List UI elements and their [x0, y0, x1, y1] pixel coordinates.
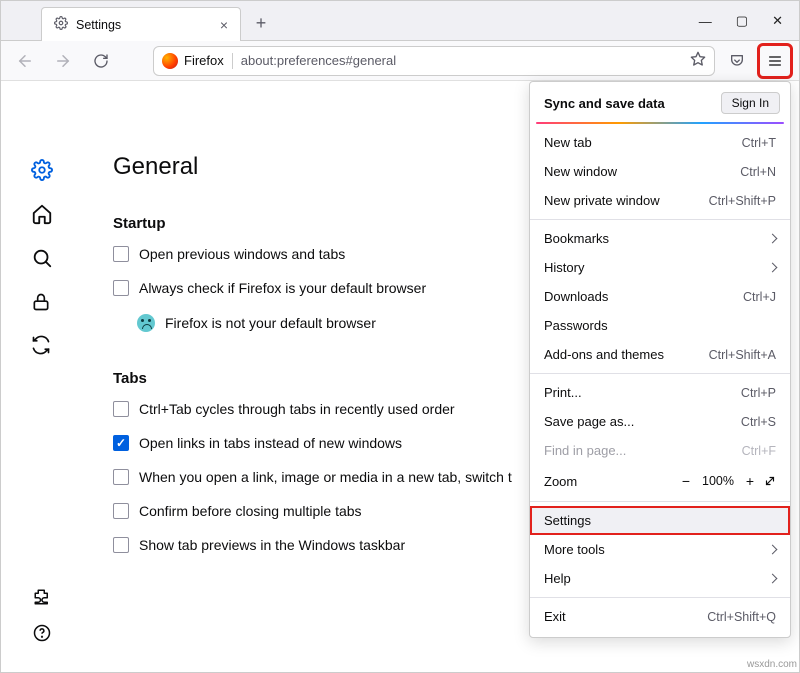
category-general-icon[interactable]: [31, 159, 53, 181]
category-sidebar: [1, 81, 83, 672]
sync-title: Sync and save data: [544, 96, 665, 111]
tab-title: Settings: [76, 18, 212, 32]
menu-save-page-as[interactable]: Save page as...Ctrl+S: [530, 407, 790, 436]
chevron-right-icon: [768, 574, 778, 584]
menu-separator: [530, 597, 790, 598]
menu-passwords[interactable]: Passwords: [530, 311, 790, 340]
chevron-right-icon: [768, 263, 778, 273]
checkbox-label: When you open a link, image or media in …: [139, 469, 512, 485]
checkbox[interactable]: [113, 469, 129, 485]
gear-icon: [54, 16, 68, 33]
checkbox[interactable]: [113, 246, 129, 262]
checkbox[interactable]: [113, 435, 129, 451]
navigation-toolbar: Firefox about:preferences#general: [1, 41, 799, 81]
tab-close-button[interactable]: ×: [220, 18, 228, 32]
category-sync-icon[interactable]: [31, 335, 53, 357]
bookmark-star-icon[interactable]: [690, 51, 706, 70]
watermark: wsxdn.com: [747, 659, 797, 670]
menu-new-private-window[interactable]: New private windowCtrl+Shift+P: [530, 186, 790, 215]
category-privacy-icon[interactable]: [31, 291, 53, 313]
nav-forward-button[interactable]: [47, 45, 79, 77]
menu-zoom-row: Zoom − 100% +: [530, 465, 790, 497]
checkbox-label: Open links in tabs instead of new window…: [139, 435, 402, 451]
menu-separator: [530, 219, 790, 220]
checkbox[interactable]: [113, 401, 129, 417]
checkbox[interactable]: [113, 503, 129, 519]
title-bar: Settings × + — ▢ ✕: [1, 1, 799, 41]
menu-downloads[interactable]: DownloadsCtrl+J: [530, 282, 790, 311]
menu-sync-header: Sync and save data Sign In: [530, 86, 790, 122]
checkbox-label: Open previous windows and tabs: [139, 246, 345, 262]
category-search-icon[interactable]: [31, 247, 53, 269]
checkbox-label: Confirm before closing multiple tabs: [139, 503, 362, 519]
menu-new-tab[interactable]: New tabCtrl+T: [530, 128, 790, 157]
browser-tab[interactable]: Settings ×: [41, 7, 241, 41]
menu-help[interactable]: Help: [530, 564, 790, 593]
address-bar[interactable]: Firefox about:preferences#general: [153, 46, 715, 76]
address-text: about:preferences#general: [241, 53, 682, 68]
checkbox[interactable]: [113, 537, 129, 553]
menu-separator: [530, 501, 790, 502]
zoom-fullscreen-button[interactable]: [760, 471, 780, 491]
checkbox-label: Show tab previews in the Windows taskbar: [139, 537, 405, 553]
help-icon[interactable]: [33, 624, 51, 642]
sad-face-icon: [137, 314, 155, 332]
chevron-right-icon: [768, 545, 778, 555]
app-menu-button[interactable]: [759, 45, 791, 77]
pocket-button[interactable]: [721, 45, 753, 77]
category-home-icon[interactable]: [31, 203, 53, 225]
menu-bookmarks[interactable]: Bookmarks: [530, 224, 790, 253]
window-maximize-button[interactable]: ▢: [736, 13, 748, 29]
nav-reload-button[interactable]: [85, 45, 117, 77]
zoom-in-button[interactable]: +: [740, 471, 760, 491]
chevron-right-icon: [768, 234, 778, 244]
menu-history[interactable]: History: [530, 253, 790, 282]
checkbox[interactable]: [113, 280, 129, 296]
menu-new-window[interactable]: New windowCtrl+N: [530, 157, 790, 186]
zoom-out-button[interactable]: −: [676, 471, 696, 491]
checkbox-label: Always check if Firefox is your default …: [139, 280, 426, 296]
app-menu-popup: Sync and save data Sign In New tabCtrl+T…: [529, 81, 791, 638]
extensions-icon[interactable]: [33, 588, 51, 606]
menu-find-in-page: Find in page...Ctrl+F: [530, 436, 790, 465]
nav-back-button[interactable]: [9, 45, 41, 77]
menu-addons[interactable]: Add-ons and themesCtrl+Shift+A: [530, 340, 790, 369]
menu-more-tools[interactable]: More tools: [530, 535, 790, 564]
firefox-logo-icon: [162, 53, 178, 69]
menu-exit[interactable]: ExitCtrl+Shift+Q: [530, 602, 790, 631]
window-close-button[interactable]: ✕: [772, 13, 783, 29]
identity-label: Firefox: [184, 53, 224, 68]
sign-in-button[interactable]: Sign In: [721, 92, 780, 114]
menu-separator: [530, 373, 790, 374]
menu-print[interactable]: Print...Ctrl+P: [530, 378, 790, 407]
rainbow-separator: [536, 122, 784, 124]
new-tab-button[interactable]: +: [247, 9, 275, 37]
zoom-label: Zoom: [544, 474, 676, 489]
zoom-value: 100%: [696, 474, 740, 488]
status-text: Firefox is not your default browser: [165, 315, 376, 331]
window-minimize-button[interactable]: —: [699, 14, 712, 29]
checkbox-label: Ctrl+Tab cycles through tabs in recently…: [139, 401, 455, 417]
window-controls: — ▢ ✕: [699, 1, 793, 41]
menu-settings[interactable]: Settings: [530, 506, 790, 535]
site-identity[interactable]: Firefox: [162, 53, 233, 69]
